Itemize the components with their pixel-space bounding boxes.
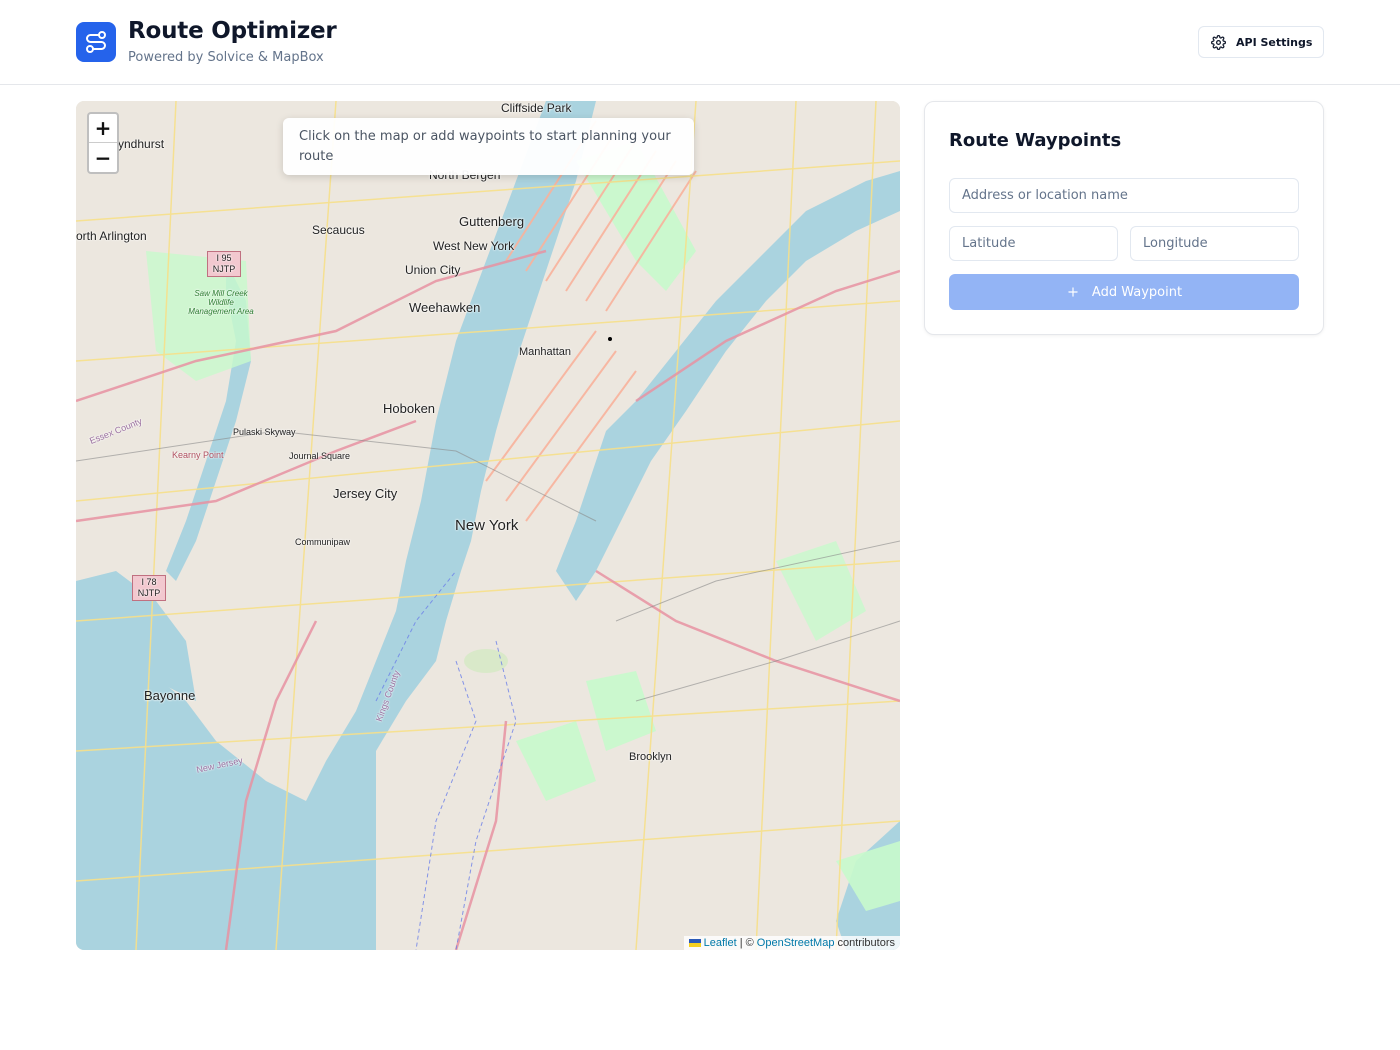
map-label-jersey-city: Jersey City (333, 486, 398, 501)
attribution-separator: | © (739, 937, 754, 949)
api-settings-button[interactable]: API Settings (1198, 26, 1324, 58)
api-settings-label: API Settings (1236, 35, 1313, 49)
attribution-suffix: contributors (837, 937, 895, 949)
map-label-hoboken: Hoboken (383, 401, 436, 416)
app-subtitle: Powered by Solvice & MapBox (128, 50, 324, 65)
leaflet-link[interactable]: Leaflet (704, 937, 737, 949)
add-waypoint-label: Add Waypoint (1091, 284, 1183, 300)
plus-icon (1068, 287, 1078, 297)
map-label-brooklyn: Brooklyn (629, 751, 672, 763)
address-input[interactable] (949, 178, 1299, 213)
map-label-weehawken: Weehawken (409, 300, 481, 315)
map-label-pulaski-skyway: Pulaski Skyway (233, 427, 296, 437)
panel-title: Route Waypoints (949, 130, 1122, 151)
map-label-communipaw: Communipaw (295, 537, 351, 547)
map-label-secaucus: Secaucus (312, 223, 365, 237)
map-label-manhattan: Manhattan (519, 346, 571, 358)
map-label-guttenberg: Guttenberg (459, 214, 525, 229)
zoom-in-button[interactable]: + (89, 114, 117, 143)
map-label-north-arlington: orth Arlington (76, 229, 147, 243)
gear-icon (1211, 34, 1226, 50)
map-label-journal-square: Journal Square (289, 451, 351, 461)
map-shield-i78: I 78 NJTP (132, 575, 166, 601)
app-header: Route Optimizer Powered by Solvice & Map… (0, 0, 1400, 85)
openstreetmap-link[interactable]: OpenStreetMap (757, 937, 835, 949)
add-waypoint-button[interactable]: Add Waypoint (949, 274, 1299, 310)
map-label-bayonne: Bayonne (144, 688, 196, 703)
app-title: Route Optimizer (128, 18, 337, 44)
map-shield-i95: I 95 NJTP (207, 251, 241, 277)
map-label-wildlife-area: Saw Mill Creek Wildlife Management Area (188, 289, 254, 316)
zoom-out-button[interactable]: − (89, 143, 117, 172)
waypoints-panel: Route Waypoints Add Waypoint (924, 101, 1324, 335)
map-label-kearny-point: Kearny Point (172, 450, 224, 460)
route-logo-icon (76, 22, 116, 62)
ukraine-flag-icon (688, 939, 701, 947)
longitude-input[interactable] (1130, 226, 1299, 261)
map-label-union-city: Union City (405, 263, 461, 277)
zoom-control: + − (87, 112, 119, 174)
map-label-new-york: New York (455, 517, 519, 534)
map-hint: Click on the map or add waypoints to sta… (283, 118, 694, 175)
map-label-cliffside-park: Cliffside Park (501, 101, 572, 115)
map-label-lyndhurst: yndhurst (118, 137, 165, 151)
map-canvas[interactable]: New York Manhattan Brooklyn Jersey City … (76, 101, 900, 950)
latitude-input[interactable] (949, 226, 1118, 261)
map-attribution: Leaflet | © OpenStreetMap contributors (683, 936, 900, 950)
map-label-west-new-york: West New York (433, 239, 515, 253)
